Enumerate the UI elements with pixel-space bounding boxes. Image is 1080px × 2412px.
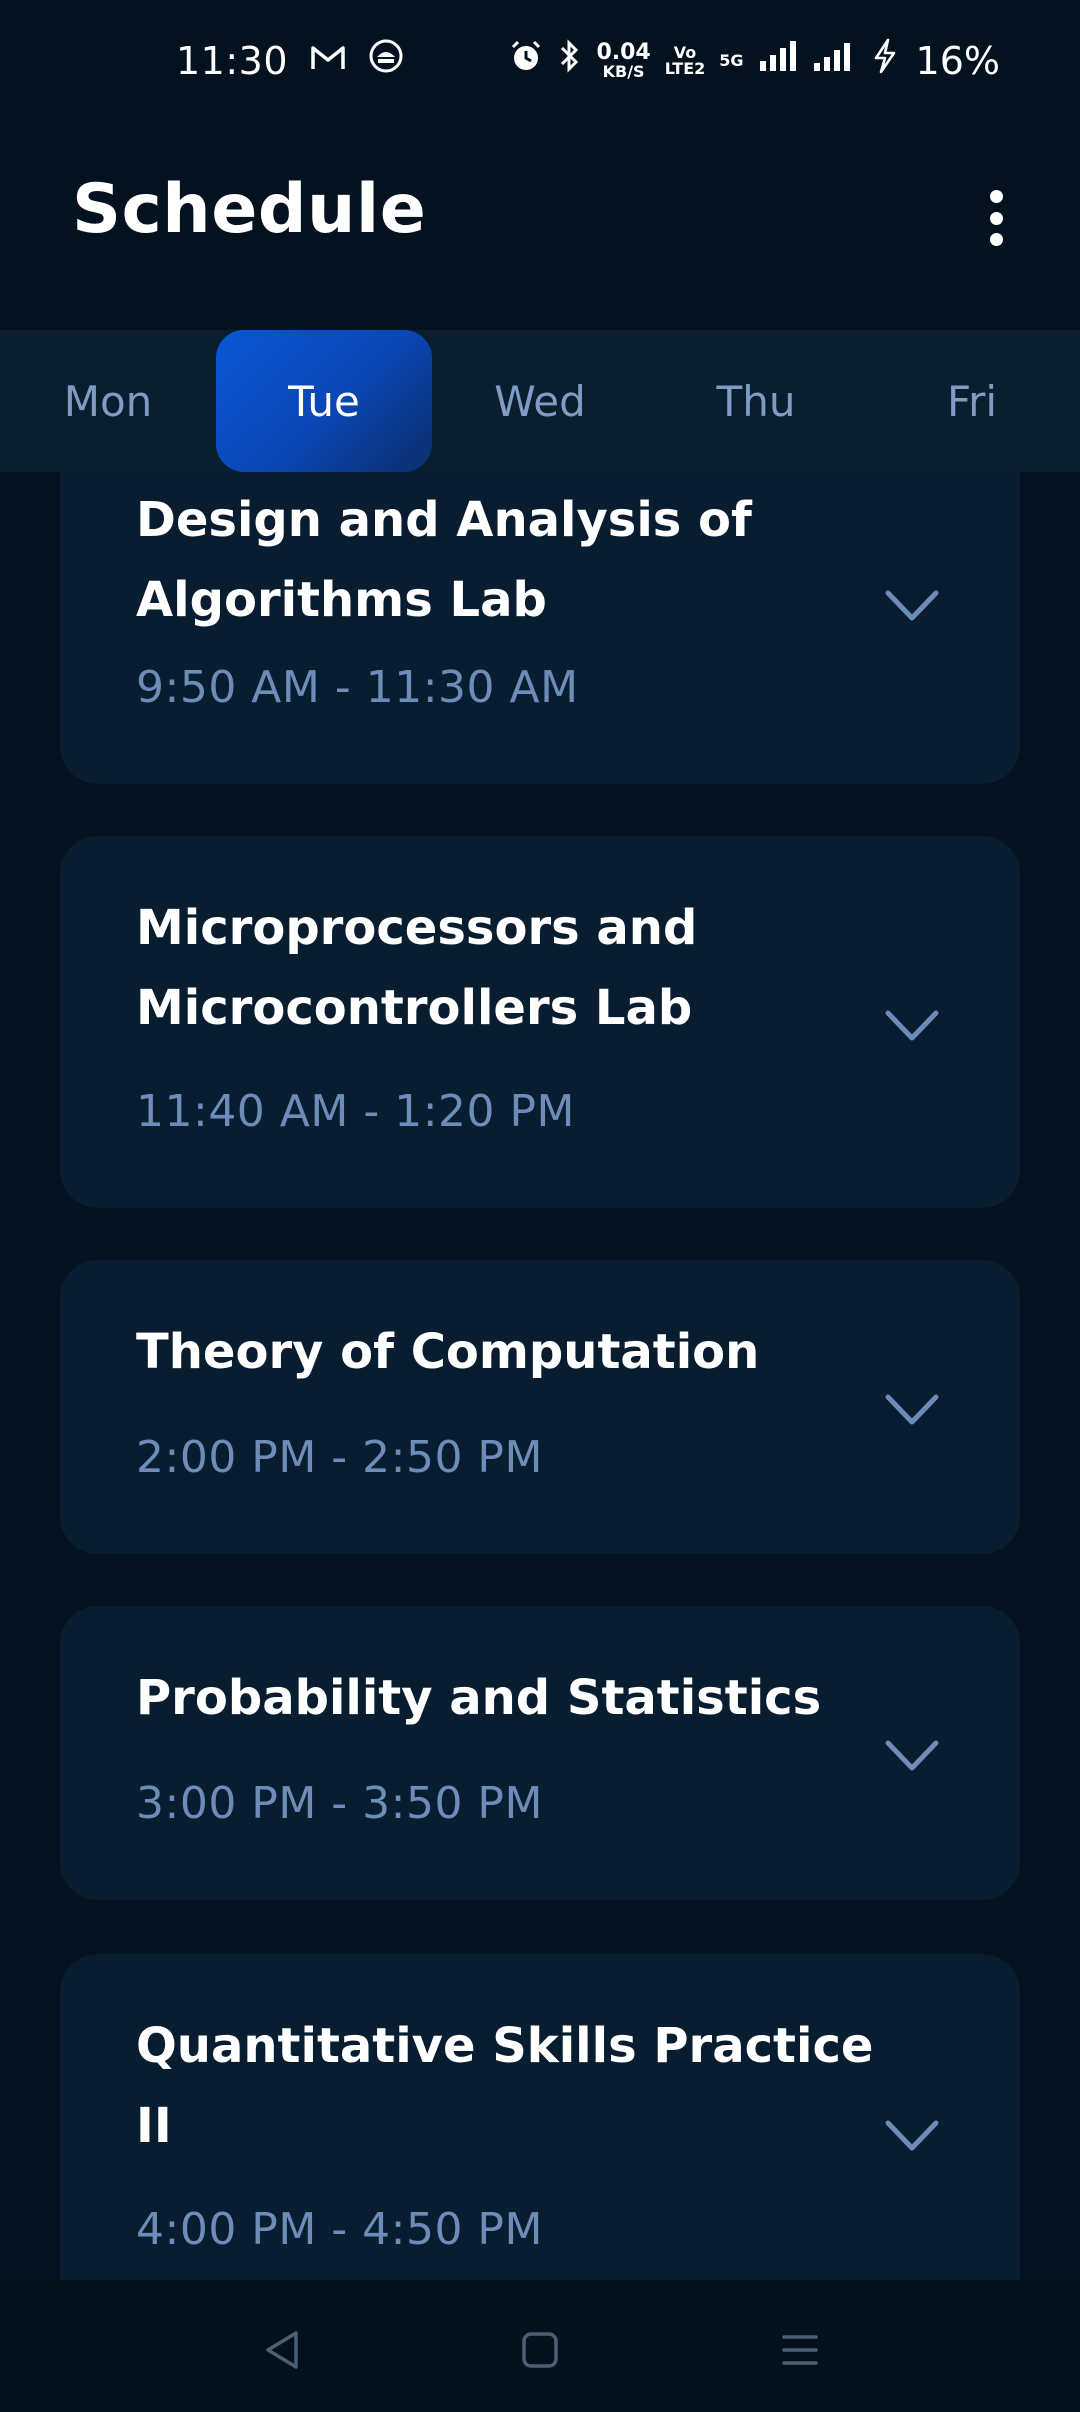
schedule-card[interactable]: Theory of Computation 2:00 PM - 2:50 PM <box>60 1260 1020 1554</box>
chevron-down-icon[interactable] <box>884 1392 940 1428</box>
class-time: 2:00 PM - 2:50 PM <box>136 1432 543 1483</box>
tab-tue[interactable]: Tue <box>216 330 432 472</box>
status-time: 11:30 <box>176 38 289 83</box>
schedule-screen: 11:30 0.04 KB/S Vo LTE2 5G 16% Schedule … <box>0 0 1080 2412</box>
net-speed-value: 0.04 <box>596 39 651 65</box>
system-nav-bar <box>0 2280 1080 2412</box>
more-dot <box>989 233 1003 246</box>
alarm-icon <box>508 38 544 83</box>
class-time: 11:40 AM - 1:20 PM <box>136 1086 575 1137</box>
class-title: Quantitative Skills Practice II <box>136 2018 874 2154</box>
status-left: 11:30 <box>176 38 404 83</box>
battery-percent: 16% <box>915 38 1000 83</box>
schedule-list: Design and Analysis of Algorithms Lab 9:… <box>0 472 1080 2280</box>
tab-fri[interactable]: Fri <box>864 330 1080 472</box>
schedule-card[interactable]: Probability and Statistics 3:00 PM - 3:5… <box>60 1606 1020 1900</box>
signal-icon <box>758 39 798 82</box>
nav-recents-button[interactable] <box>770 2320 830 2380</box>
schedule-card[interactable]: Microprocessors and Microcontrollers Lab… <box>60 836 1020 1208</box>
signal-icon-2 <box>812 39 858 82</box>
nav-back-button[interactable] <box>252 2320 312 2380</box>
recents-menu-icon <box>782 2335 818 2365</box>
class-time: 3:00 PM - 3:50 PM <box>136 1778 543 1829</box>
schedule-card[interactable]: Quantitative Skills Practice II 4:00 PM … <box>60 1954 1020 2280</box>
net-speed-unit: KB/S <box>602 61 645 81</box>
nav-home-button[interactable] <box>510 2320 570 2380</box>
class-title: Probability and Statistics <box>136 1670 822 1726</box>
tab-wed[interactable]: Wed <box>432 330 648 472</box>
class-time: 4:00 PM - 4:50 PM <box>136 2204 543 2255</box>
status-right: 0.04 KB/S Vo LTE2 5G 16% <box>508 38 1000 83</box>
tab-mon[interactable]: Mon <box>0 330 216 472</box>
app-notification-icon <box>368 38 404 83</box>
class-title: Theory of Computation <box>136 1324 760 1380</box>
class-title: Microprocessors and Microcontrollers Lab <box>136 900 698 1036</box>
gmail-icon <box>310 40 346 81</box>
day-tabs: Mon Tue Wed Thu Fri <box>0 330 1080 472</box>
more-vertical-icon <box>989 190 1003 203</box>
back-triangle-icon <box>266 2331 298 2369</box>
network-type: 5G <box>719 50 744 70</box>
charging-icon <box>872 38 898 83</box>
app-header: Schedule <box>0 150 1080 280</box>
network-type-label: 5G <box>719 50 744 70</box>
chevron-down-icon[interactable] <box>884 588 940 624</box>
volte-bottom: LTE2 <box>664 58 706 78</box>
more-dot <box>989 211 1003 225</box>
class-time: 9:50 AM - 11:30 AM <box>136 662 579 713</box>
page-title: Schedule <box>72 170 427 249</box>
bluetooth-icon <box>558 38 582 83</box>
status-bar: 11:30 0.04 KB/S Vo LTE2 5G 16% <box>0 0 1080 120</box>
chevron-down-icon[interactable] <box>884 2118 940 2154</box>
tab-thu[interactable]: Thu <box>648 330 864 472</box>
home-square-icon <box>522 2332 558 2368</box>
chevron-down-icon[interactable] <box>884 1738 940 1774</box>
more-options-button[interactable] <box>972 182 1020 254</box>
volte-indicator: Vo LTE2 <box>664 44 706 78</box>
schedule-card[interactable]: Design and Analysis of Algorithms Lab 9:… <box>60 472 1020 784</box>
class-title: Design and Analysis of Algorithms Lab <box>136 492 752 628</box>
chevron-down-icon[interactable] <box>884 1008 940 1044</box>
net-speed: 0.04 KB/S <box>596 39 651 81</box>
